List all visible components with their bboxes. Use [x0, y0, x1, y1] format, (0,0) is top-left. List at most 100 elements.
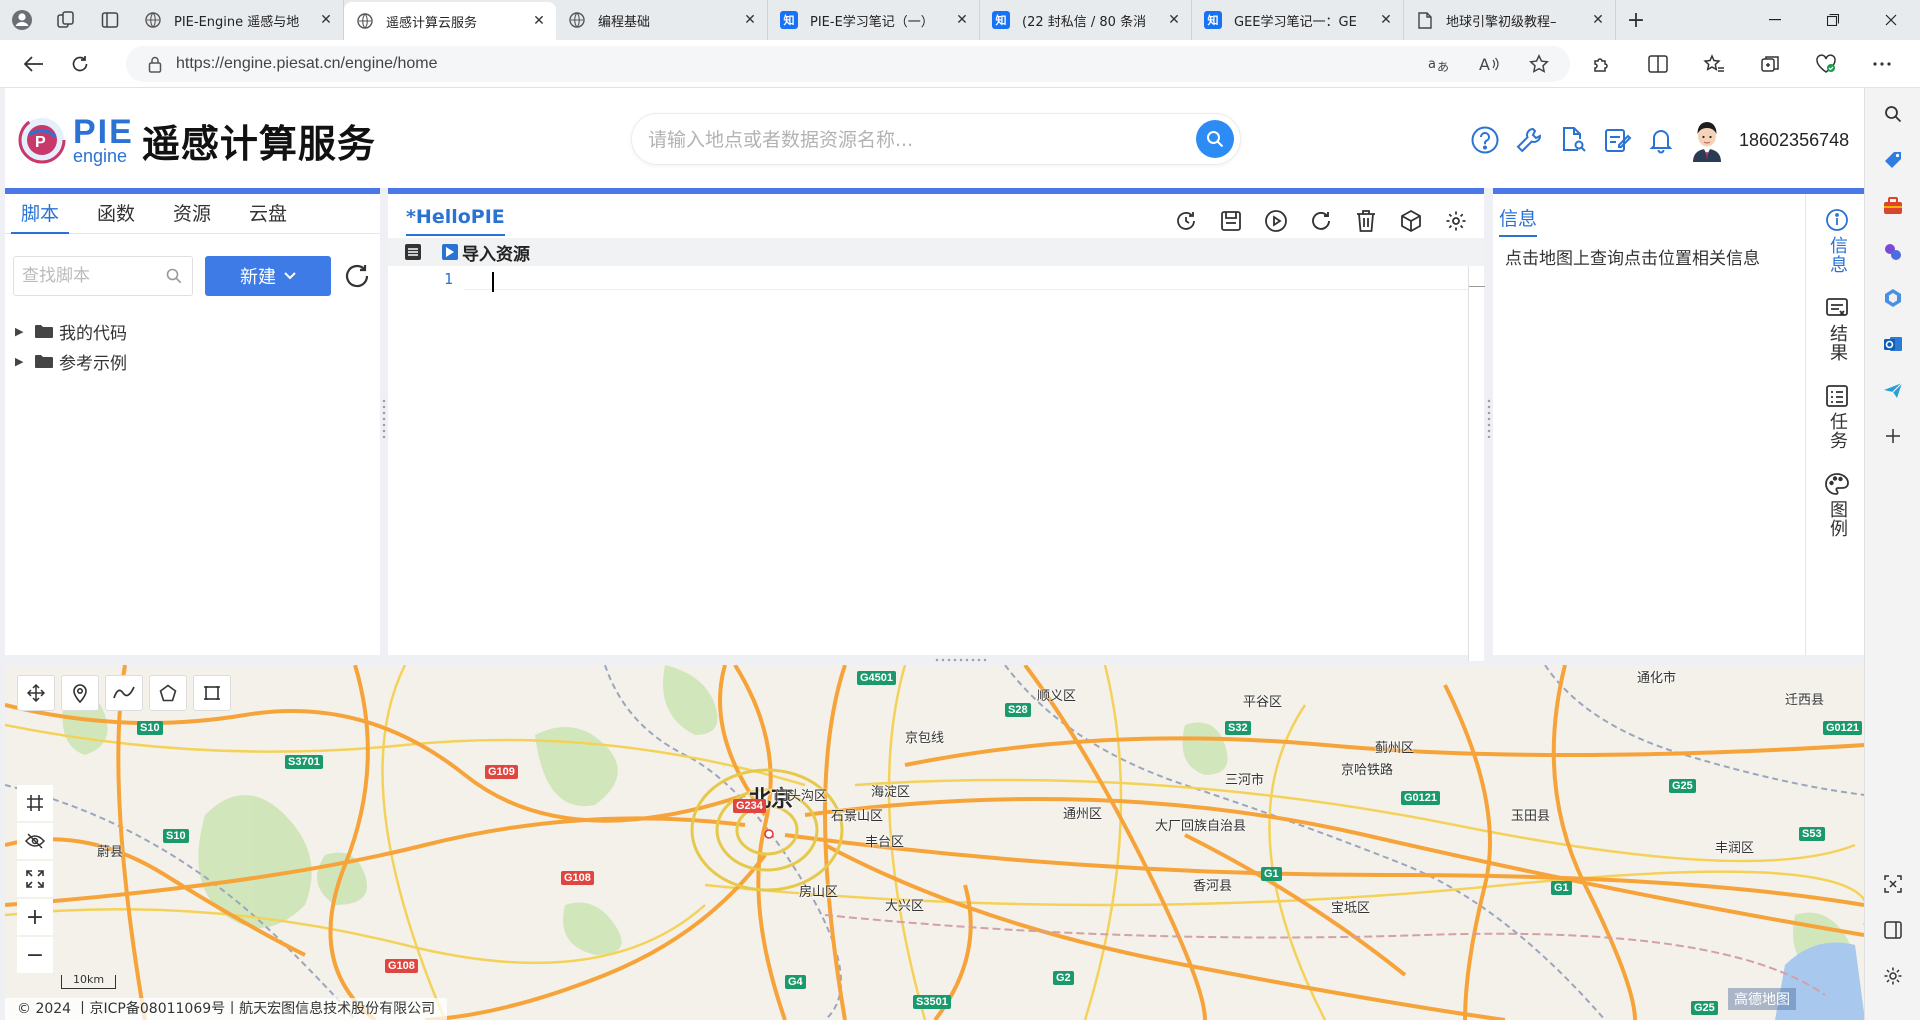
browser-tab[interactable]: 知 GEE学习笔记一：GE ✕: [1192, 0, 1404, 40]
pie-logo[interactable]: P PIE engine 遥感计算服务: [17, 112, 376, 168]
favorite-star-icon[interactable]: [1514, 54, 1564, 74]
draw-rectangle-icon[interactable]: [193, 675, 231, 711]
search-button[interactable]: [1196, 120, 1234, 158]
tree-folder-examples[interactable]: ▶ 参考示例: [15, 346, 127, 376]
browser-tab-active[interactable]: 遥感计算云服务 ✕: [344, 2, 556, 40]
tools-wrench-icon[interactable]: [1507, 118, 1551, 162]
user-avatar[interactable]: [1689, 118, 1725, 162]
workspaces-icon[interactable]: [44, 0, 88, 40]
save-icon[interactable]: [1208, 206, 1253, 236]
service-title: 遥感计算服务: [141, 121, 376, 166]
draw-line-icon[interactable]: [105, 675, 143, 711]
lock-icon[interactable]: [148, 56, 162, 73]
back-icon[interactable]: [12, 42, 56, 86]
url-field[interactable]: https://engine.piesat.cn/engine/home aあ …: [126, 46, 1570, 82]
close-tab-icon[interactable]: ✕: [953, 12, 971, 28]
left-resize-handle[interactable]: [382, 398, 386, 438]
tools-briefcase-icon[interactable]: [1879, 192, 1907, 220]
minimize-icon[interactable]: [1746, 0, 1804, 40]
extensions-icon[interactable]: [1574, 40, 1630, 88]
more-menu-icon[interactable]: [1854, 40, 1910, 88]
side-tab-legend[interactable]: 图例: [1811, 472, 1863, 538]
close-tab-icon[interactable]: ✕: [317, 12, 335, 28]
browser-tab[interactable]: PIE-Engine 遥感与地 ✕: [132, 0, 344, 40]
copilot-icon[interactable]: [1879, 284, 1907, 312]
side-tab-info[interactable]: 信息: [1811, 208, 1863, 274]
browser-essentials-icon[interactable]: [1798, 40, 1854, 88]
vertical-tabs-icon[interactable]: [88, 0, 132, 40]
settings-gear-icon[interactable]: [1433, 206, 1478, 236]
browser-tab[interactable]: 地球引擎初级教程– ✕: [1404, 0, 1616, 40]
tree-folder-my-code[interactable]: ▶ 我的代码: [15, 316, 127, 346]
map-view[interactable]: 北京 顺义区 平谷区 通化市 迁西县 蓟州区 三河市 门头沟区 海淀区 石景山区…: [5, 665, 1864, 1020]
divider: [1805, 194, 1806, 655]
zoom-out-icon[interactable]: −: [17, 937, 53, 973]
send-telegram-icon[interactable]: [1879, 376, 1907, 404]
grid-icon[interactable]: [17, 785, 53, 821]
sidebar-toggle-icon[interactable]: [1879, 916, 1907, 944]
browser-tab[interactable]: 编程基础 ✕: [556, 0, 768, 40]
tab-scripts[interactable]: 脚本: [11, 194, 70, 234]
outlook-icon[interactable]: [1879, 330, 1907, 358]
search-input[interactable]: [648, 126, 1168, 154]
close-tab-icon[interactable]: ✕: [1165, 12, 1183, 28]
editor-scrollbar[interactable]: [1468, 266, 1485, 661]
shopping-tag-icon[interactable]: [1879, 146, 1907, 174]
map-draw-toolbar: [17, 675, 237, 711]
maximize-icon[interactable]: [1804, 0, 1862, 40]
close-tab-icon[interactable]: ✕: [741, 12, 759, 28]
zoom-in-icon[interactable]: +: [17, 899, 53, 935]
notification-bell-icon[interactable]: [1639, 118, 1683, 162]
hide-layers-icon[interactable]: [17, 823, 53, 859]
side-tab-task[interactable]: 任务: [1811, 384, 1863, 450]
code-area[interactable]: [388, 266, 464, 661]
split-screen-icon[interactable]: [1630, 40, 1686, 88]
translate-icon[interactable]: aあ: [1414, 55, 1464, 73]
close-tab-icon[interactable]: ✕: [1589, 12, 1607, 28]
refresh-icon[interactable]: [58, 42, 102, 86]
favorites-icon[interactable]: [1686, 40, 1742, 88]
delete-trash-icon[interactable]: [1343, 206, 1388, 236]
new-tab-button[interactable]: +: [1616, 0, 1656, 40]
tab-functions[interactable]: 函数: [87, 194, 145, 234]
close-window-icon[interactable]: [1862, 0, 1920, 40]
fullscreen-icon[interactable]: [17, 861, 53, 897]
help-icon[interactable]: [1463, 118, 1507, 162]
map-label: 门头沟区: [775, 789, 828, 804]
reset-icon[interactable]: [1298, 206, 1343, 236]
close-tab-icon[interactable]: ✕: [1377, 12, 1395, 28]
tab-cloud-disk[interactable]: 云盘: [239, 194, 297, 234]
profile-icon[interactable]: [0, 0, 44, 40]
user-phone[interactable]: 18602356748: [1739, 130, 1849, 151]
collections-icon[interactable]: [1742, 40, 1798, 88]
document-search-icon[interactable]: [1551, 118, 1595, 162]
tab-resources[interactable]: 资源: [163, 194, 221, 234]
script-list-icon[interactable]: [388, 243, 438, 261]
search-icon[interactable]: [1879, 100, 1907, 128]
games-icon[interactable]: [1879, 238, 1907, 266]
refresh-scripts-button[interactable]: [341, 260, 373, 292]
right-resize-handle[interactable]: [1487, 398, 1491, 438]
script-title-tab[interactable]: *HelloPIE: [406, 206, 505, 236]
read-aloud-icon[interactable]: A: [1464, 55, 1514, 73]
find-script-input[interactable]: [22, 266, 152, 286]
import-resources-button[interactable]: 导入资源: [442, 240, 530, 265]
browser-tab[interactable]: 知 PIE-E学习笔记（一） ✕: [768, 0, 980, 40]
side-tab-result[interactable]: 结果: [1811, 296, 1863, 362]
run-icon[interactable]: [1253, 206, 1298, 236]
new-script-button[interactable]: 新建: [205, 256, 331, 296]
package-cube-icon[interactable]: [1388, 206, 1433, 236]
edit-note-icon[interactable]: [1595, 118, 1639, 162]
map-resize-handle[interactable]: [934, 658, 988, 662]
info-title[interactable]: 信息: [1499, 204, 1538, 237]
pan-move-icon[interactable]: [17, 675, 55, 711]
marker-point-icon[interactable]: [61, 675, 99, 711]
settings-gear-icon[interactable]: [1879, 962, 1907, 990]
search-icon[interactable]: [166, 268, 182, 284]
draw-polygon-icon[interactable]: [149, 675, 187, 711]
browser-tab[interactable]: 知 (22 封私信 / 80 条消 ✕: [980, 0, 1192, 40]
screenshot-icon[interactable]: [1879, 870, 1907, 898]
add-sidebar-icon[interactable]: [1879, 422, 1907, 450]
history-icon[interactable]: [1163, 206, 1208, 236]
close-tab-icon[interactable]: ✕: [530, 13, 548, 29]
